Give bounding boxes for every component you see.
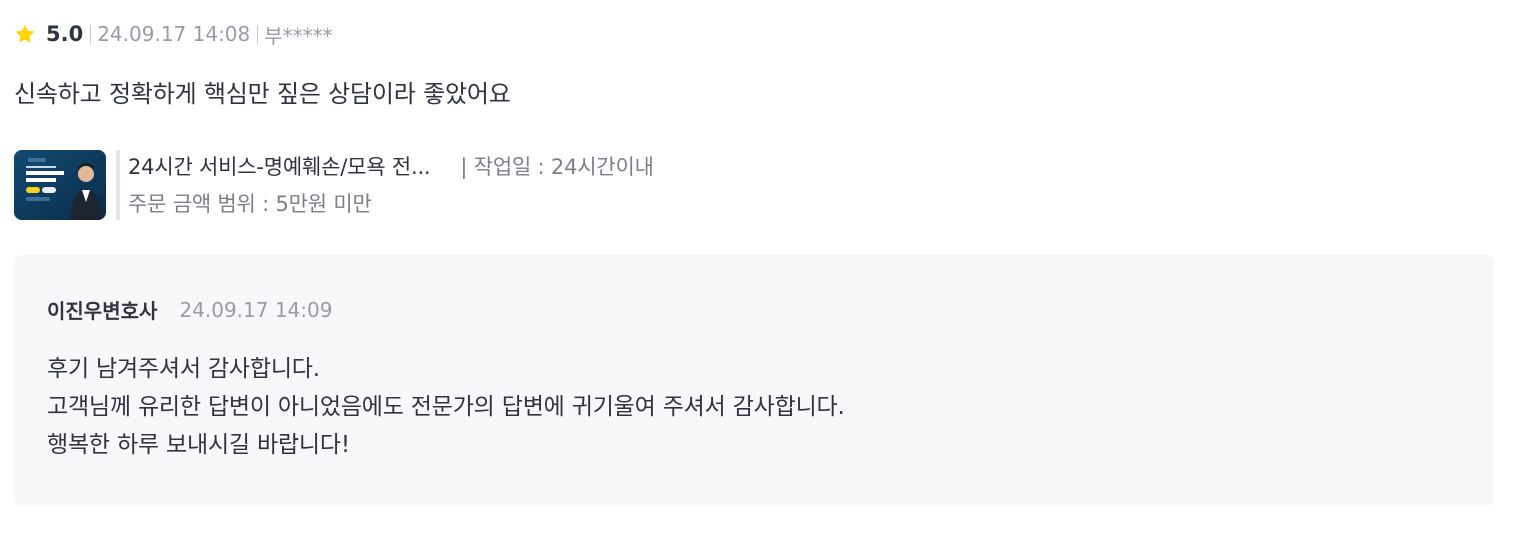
service-info: 24시간 서비스-명예훼손/모욕 전... | 작업일 : 24시간이내 주문 … [128,150,654,220]
service-work-period: | 작업일 : 24시간이내 [460,155,654,179]
review-item: 5.0 24.09.17 14:08 부***** 신속하고 정확하게 핵심만 … [0,0,1514,548]
divider [90,24,92,44]
reply-header: 이진우변호사 24.09.17 14:09 [47,295,332,324]
review-meta: 5.0 24.09.17 14:08 부***** [14,20,333,48]
review-date: 24.09.17 14:08 [97,22,251,46]
reply-date: 24.09.17 14:09 [179,297,333,322]
service-thumbnail[interactable] [14,150,106,220]
reply-line: 행복한 하루 보내시길 바랍니다! [47,432,350,458]
expert-reply: 이진우변호사 24.09.17 14:09 후기 남겨주셔서 감사합니다. 고객… [14,255,1494,506]
service-card[interactable]: 24시간 서비스-명예훼손/모욕 전... | 작업일 : 24시간이내 주문 … [14,150,654,220]
reply-author: 이진우변호사 [47,299,158,323]
divider [116,150,120,220]
reply-line: 고객님께 유리한 답변이 아니었음에도 전문가의 답변에 귀기울여 주셔서 감사… [47,394,845,420]
reply-line: 후기 남겨주셔서 감사합니다. [47,356,320,382]
service-price-range: 주문 금액 범위 : 5만원 미만 [128,192,372,216]
service-title[interactable]: 24시간 서비스-명예훼손/모욕 전... [128,151,431,181]
review-text: 신속하고 정확하게 핵심만 짚은 상담이라 좋았어요 [14,80,511,108]
lawyer-promo-thumbnail-icon [14,150,106,220]
service-line: 24시간 서비스-명예훼손/모욕 전... | 작업일 : 24시간이내 [128,151,654,181]
rating-value: 5.0 [46,22,84,46]
star-icon [14,23,36,45]
review-author: 부***** [264,23,333,48]
divider [257,24,259,44]
reply-text: 후기 남겨주셔서 감사합니다. 고객님께 유리한 답변이 아니었음에도 전문가의… [47,350,845,464]
